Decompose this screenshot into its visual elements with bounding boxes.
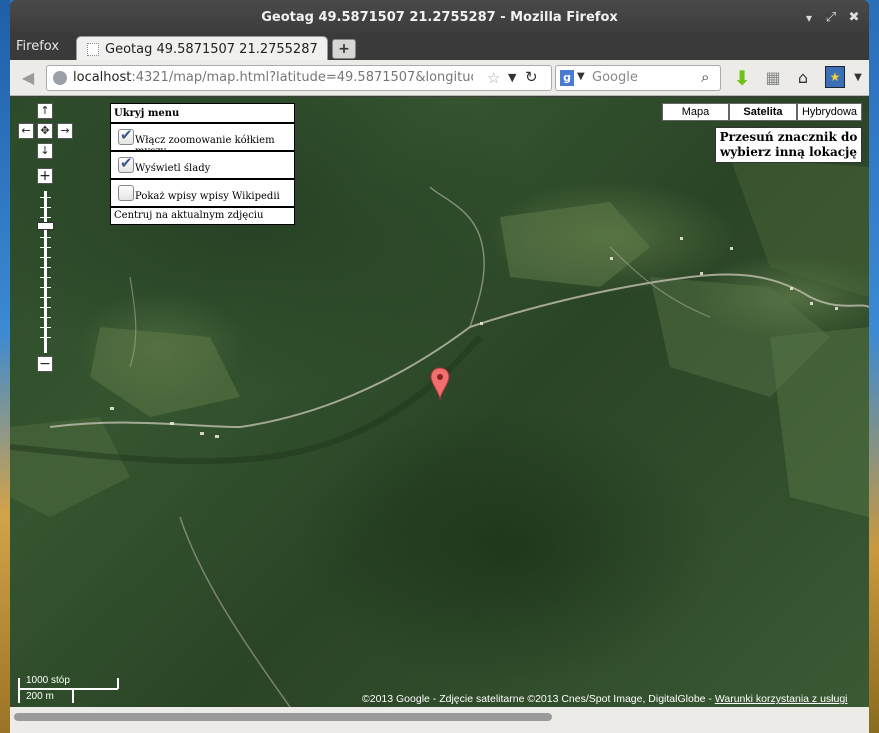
zoom-tick — [40, 297, 51, 298]
pan-left-button[interactable]: ← — [18, 123, 34, 139]
title-bar: Geotag 49.5871507 21.2755287 - Mozilla F… — [10, 0, 869, 36]
move-marker-hint: Przesuń znacznik do wybierz inną lokację — [715, 127, 862, 163]
zoom-tick — [40, 337, 51, 338]
bookmark-star-icon[interactable]: ☆ — [487, 69, 500, 87]
zoom-slider-handle[interactable] — [37, 222, 54, 230]
navigation-toolbar: ◀ localhost:4321/map/map.html?latitude=4… — [10, 60, 869, 96]
copyright-text: ©2013 Google - Zdjęcie satelitarne ©2013… — [362, 693, 715, 705]
zoom-out-button[interactable]: − — [37, 356, 53, 372]
desktop-background-right — [869, 0, 879, 733]
zoom-tick — [40, 317, 51, 318]
bookmarks-icon[interactable]: ★ — [825, 66, 845, 88]
zoom-wheel-checkbox[interactable] — [118, 126, 134, 145]
search-input[interactable]: Google — [592, 70, 638, 85]
hint-line-1: Przesuń znacznik do — [719, 130, 858, 144]
search-bar[interactable]: g ▼ Google ⌕ — [555, 65, 721, 91]
hint-line-2: wybierz inną lokację — [719, 145, 858, 159]
show-tracks-checkbox[interactable] — [118, 154, 134, 173]
zoom-tick — [40, 197, 51, 198]
url-path: :4321/map/map.html?latitude=49.5871507&l… — [131, 70, 473, 85]
url-bar[interactable]: localhost:4321/map/map.html?latitude=49.… — [46, 65, 552, 91]
terms-of-use-link[interactable]: Warunki korzystania z usługi — [715, 693, 848, 705]
zoom-slider-track[interactable] — [44, 191, 47, 353]
tab-geotag[interactable]: Geotag 49.5871507 21.2755287 — [76, 36, 328, 62]
google-engine-icon[interactable]: g — [560, 70, 574, 86]
firefox-menu-button[interactable]: Firefox — [16, 39, 59, 54]
home-icon[interactable]: ⌂ — [792, 67, 814, 89]
tab-title: Geotag 49.5871507 21.2755287 — [105, 42, 318, 57]
scale-imperial: 1000 stóp — [26, 675, 70, 686]
zoom-tick — [40, 207, 51, 208]
center-on-photo-link[interactable]: Centruj na aktualnym zdjęciu — [110, 207, 295, 225]
zoom-tick — [40, 327, 51, 328]
page-favicon-icon — [87, 43, 99, 56]
search-icon[interactable]: ⌕ — [701, 68, 709, 86]
url-text[interactable]: localhost:4321/map/map.html?latitude=49.… — [73, 70, 473, 85]
zoom-tick — [40, 237, 51, 238]
zoom-tick — [40, 287, 51, 288]
option-zoom-wheel[interactable]: Włącz zoomowanie kółkiem myszy — [110, 123, 295, 157]
zoom-tick — [40, 307, 51, 308]
option-show-tracks-label: Wyświetl ślady — [135, 163, 211, 174]
horizontal-scrollbar[interactable] — [10, 707, 869, 733]
search-engine-dropdown-icon[interactable]: ▼ — [577, 71, 585, 82]
zoom-tick — [40, 217, 51, 218]
map-type-hybrydowa[interactable]: Hybrydowa — [797, 103, 862, 121]
zoom-tick — [40, 257, 51, 258]
download-icon[interactable]: ⬇ — [731, 67, 753, 89]
option-wikipedia-label: Pokaż wpisy wpisy Wikipedii — [135, 191, 280, 202]
browser-window: Geotag 49.5871507 21.2755287 - Mozilla F… — [10, 0, 869, 733]
minimize-icon[interactable]: ▾ — [801, 10, 817, 26]
desktop-background-left — [0, 0, 10, 733]
globe-icon — [53, 71, 67, 85]
tab-strip: Firefox Geotag 49.5871507 21.2755287 + — [10, 34, 869, 62]
url-history-dropdown-icon[interactable]: ▼ — [508, 71, 516, 84]
new-tab-button[interactable]: + — [332, 39, 356, 59]
location-marker-icon[interactable] — [430, 367, 450, 401]
zoom-in-button[interactable]: + — [37, 168, 53, 184]
option-show-tracks[interactable]: Wyświetl ślady — [110, 151, 295, 179]
grid-icon[interactable]: ▦ — [762, 67, 784, 89]
map-copyright: ©2013 Google - Zdjęcie satelitarne ©2013… — [362, 693, 848, 705]
hide-menu-link[interactable]: Ukryj menu — [110, 103, 295, 123]
bookmarks-dropdown-icon[interactable]: ▼ — [847, 67, 869, 89]
zoom-tick — [40, 247, 51, 248]
reload-icon[interactable]: ↻ — [525, 68, 538, 86]
pan-right-button[interactable]: → — [57, 123, 73, 139]
close-icon[interactable]: ✖ — [846, 10, 862, 26]
back-icon[interactable]: ◀ — [18, 68, 38, 88]
scrollbar-thumb[interactable] — [14, 713, 552, 721]
map-type-mapa[interactable]: Mapa — [662, 103, 729, 121]
option-wikipedia[interactable]: Pokaż wpisy wpisy Wikipedii — [110, 179, 295, 207]
pan-down-button[interactable]: ↓ — [37, 143, 53, 159]
zoom-tick — [40, 277, 51, 278]
window-title: Geotag 49.5871507 21.2755287 - Mozilla F… — [261, 10, 618, 25]
zoom-tick — [40, 267, 51, 268]
map-options-menu: Ukryj menu Włącz zoomowanie kółkiem mysz… — [110, 103, 295, 225]
pan-up-button[interactable]: ↑ — [37, 103, 53, 119]
scale-metric: 200 m — [26, 691, 54, 702]
map-viewport[interactable]: ↑ ← ✥ → ↓ + − Ukryj menu Włącz zoomowani… — [10, 97, 869, 707]
map-type-satelita[interactable]: Satelita — [729, 103, 797, 121]
pan-center-button[interactable]: ✥ — [37, 123, 53, 139]
maximize-icon[interactable]: ⤢ — [823, 10, 839, 26]
wikipedia-checkbox[interactable] — [118, 185, 134, 201]
url-host: localhost — [73, 70, 132, 85]
